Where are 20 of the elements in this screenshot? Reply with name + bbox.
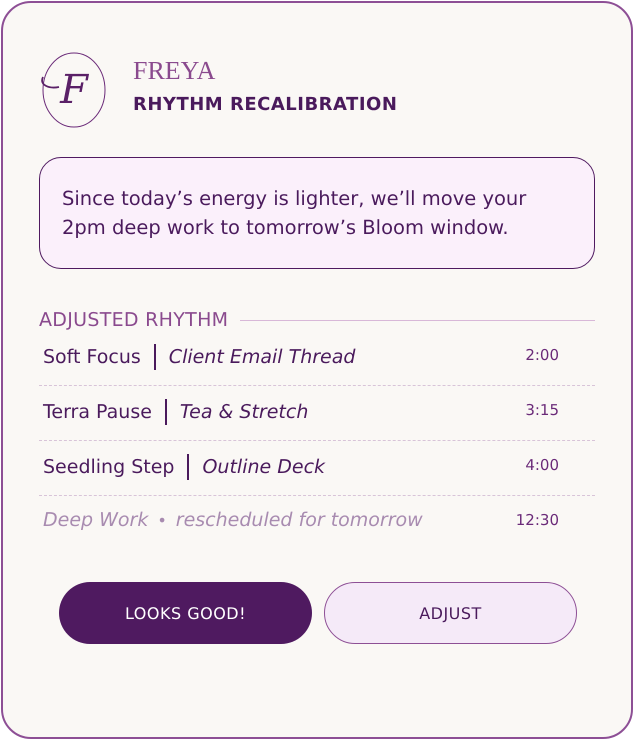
task-title: Terra Pause: [43, 401, 152, 423]
section-heading: ADJUSTED RHYTHM: [39, 309, 228, 331]
separator-dot: •: [157, 510, 167, 530]
screen-title: RHYTHM RECALIBRATION: [133, 94, 398, 114]
task-detail: Tea & Stretch: [180, 401, 308, 423]
message-text: Since today’s energy is lighter, we’ll move your 2pm deep work to tomorrow’s Bloom window.: [39, 157, 595, 269]
task-title: Seedling Step: [43, 456, 174, 478]
task-detail: Outline Deck: [202, 456, 326, 478]
task-title: Soft Focus: [43, 346, 141, 368]
logo: F: [41, 51, 107, 129]
task-detail: Client Email Thread: [168, 346, 356, 368]
adjust-button[interactable]: ADJUST: [324, 582, 577, 644]
task-title: Deep Work: [43, 509, 148, 531]
task-time: 2:00: [525, 346, 559, 364]
confirm-button[interactable]: LOOKS GOOD!: [59, 582, 312, 644]
task-time: 3:15: [525, 401, 559, 419]
task-note: rescheduled for tomorrow: [176, 509, 423, 531]
brand-name: FREYA: [133, 56, 216, 86]
task-time: 4:00: [525, 456, 559, 474]
task-time: 12:30: [516, 511, 559, 529]
